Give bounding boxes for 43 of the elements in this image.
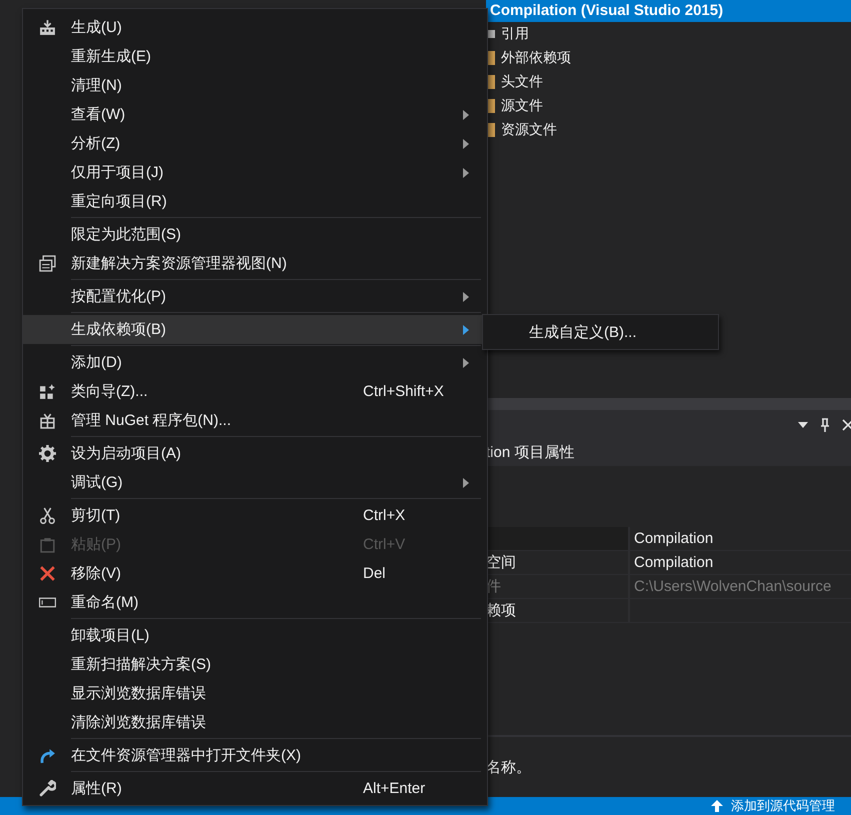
close-icon[interactable]: [842, 419, 851, 431]
menu-item[interactable]: 调试(G): [23, 468, 487, 497]
project-title[interactable]: Compilation (Visual Studio 2015): [486, 0, 851, 22]
scissors-icon: [38, 507, 56, 524]
menu-item[interactable]: 生成(U): [23, 13, 487, 42]
upload-icon[interactable]: [709, 799, 725, 813]
dropdown-icon[interactable]: [798, 422, 808, 428]
menu-item[interactable]: 管理 NuGet 程序包(N)...: [23, 406, 487, 435]
package-icon: [38, 412, 56, 429]
pin-icon[interactable]: [820, 418, 830, 432]
property-description: 名称。: [486, 758, 531, 776]
wizard-icon: [38, 383, 56, 400]
menu-item[interactable]: 设为启动项目(A): [23, 439, 487, 468]
menu-item[interactable]: 重命名(M): [23, 588, 487, 617]
redo-arrow-icon: [38, 747, 56, 764]
menu-item[interactable]: 分析(Z): [23, 129, 487, 158]
menu-item[interactable]: 新建解决方案资源管理器视图(N): [23, 249, 487, 278]
menu-item[interactable]: 按配置优化(P): [23, 282, 487, 311]
menu-item[interactable]: 剪切(T) Ctrl+X: [23, 501, 487, 530]
menu-item[interactable]: 重新生成(E): [23, 42, 487, 71]
menu-item[interactable]: 属性(R) Alt+Enter: [23, 774, 487, 803]
menu-item[interactable]: 类向导(Z)... Ctrl+Shift+X: [23, 377, 487, 406]
property-value[interactable]: Compilation: [628, 527, 851, 551]
menu-item[interactable]: 查看(W): [23, 100, 487, 129]
gear-icon: [38, 445, 56, 462]
wrench-icon: [38, 780, 56, 797]
cross-icon: [38, 565, 56, 582]
menu-item[interactable]: 在文件资源管理器中打开文件夹(X): [23, 741, 487, 770]
menu-item[interactable]: 添加(D): [23, 348, 487, 377]
menu-item[interactable]: 重新扫描解决方案(S): [23, 650, 487, 679]
source-control-button[interactable]: 添加到源代码管理: [731, 797, 835, 815]
menu-item[interactable]: 仅用于项目(J): [23, 158, 487, 187]
menu-item[interactable]: 清除浏览数据库错误: [23, 708, 487, 737]
build-icon: [38, 19, 56, 36]
menu-item[interactable]: 卸载项目(L): [23, 621, 487, 650]
menu-item[interactable]: 重定向项目(R): [23, 187, 487, 216]
menu-item[interactable]: 清理(N): [23, 71, 487, 100]
windows-icon: [38, 255, 56, 272]
menu-item[interactable]: 显示浏览数据库错误: [23, 679, 487, 708]
menu-item[interactable]: 限定为此范围(S): [23, 220, 487, 249]
menu-item[interactable]: 移除(V) Del: [23, 559, 487, 588]
property-value[interactable]: Compilation: [628, 551, 851, 575]
clipboard-icon: [38, 536, 56, 553]
